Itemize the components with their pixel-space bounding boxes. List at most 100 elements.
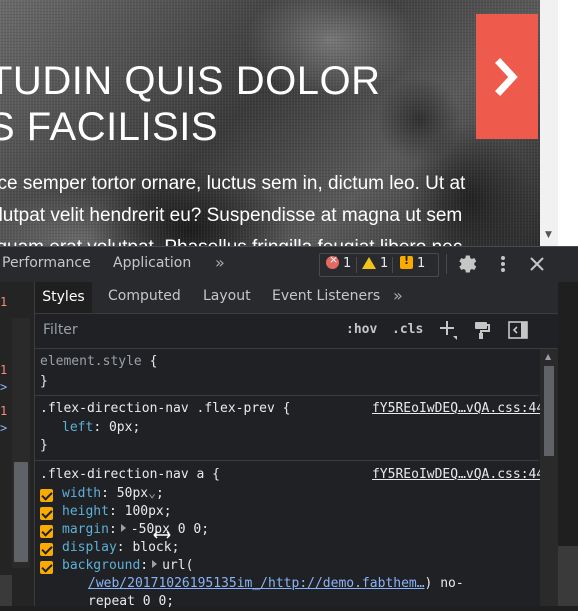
rule-selector[interactable]: element.style — [40, 354, 142, 369]
scroll-up-arrow-icon[interactable]: ▲ — [545, 352, 551, 361]
styles-filter-bar: Filter :hov .cls — [35, 314, 558, 349]
css-rule-flex-prev: .flex-direction-nav .flex-prev { fY5REoI… — [35, 396, 552, 461]
gear-icon[interactable] — [457, 254, 477, 274]
gutter-marker: > — [0, 380, 8, 394]
declaration-checkbox[interactable] — [40, 525, 53, 538]
toggle-sidebar-icon[interactable] — [508, 321, 528, 339]
tab-computed[interactable]: Computed — [108, 288, 181, 304]
new-style-rule-icon[interactable] — [438, 319, 458, 341]
expand-triangle-icon[interactable] — [120, 524, 126, 532]
issues-counter[interactable]: 1 1 1 — [319, 253, 439, 277]
close-icon[interactable] — [528, 255, 546, 273]
class-toggle-button[interactable]: .cls — [392, 322, 423, 337]
warning-count: 1 — [380, 256, 389, 271]
tab-layout[interactable]: Layout — [203, 288, 251, 304]
issue-count: 1 — [417, 256, 426, 271]
kebab-icon[interactable] — [498, 254, 508, 274]
css-property[interactable]: width — [62, 486, 101, 501]
badge-divider — [356, 257, 357, 273]
slider-next-button[interactable] — [476, 14, 538, 139]
gutter-marker: 1 — [0, 363, 8, 377]
slide-title-line-1: TUDIN QUIS DOLOR — [0, 59, 381, 103]
styles-scrollbar-thumb[interactable] — [544, 366, 554, 456]
issues-badge[interactable]: 1 — [400, 254, 426, 271]
more-tabs-button[interactable]: » — [215, 253, 225, 272]
css-declaration[interactable]: height: 100px; — [62, 504, 172, 519]
rule-selector[interactable]: .flex-direction-nav a { — [40, 467, 220, 482]
error-count: 1 — [343, 256, 352, 271]
css-property[interactable]: margin — [62, 522, 109, 537]
background-url-link[interactable]: /web/20171026195135im_/http://demo.fabth… — [88, 576, 425, 591]
slide-text-line-2: olutpat velit hendrerit eu? Suspendisse … — [0, 205, 463, 226]
page-scrollbar[interactable] — [540, 0, 558, 246]
declaration-checkbox[interactable] — [40, 561, 53, 574]
css-declaration[interactable]: display: block; — [62, 540, 179, 555]
css-value[interactable]: block; — [132, 540, 179, 555]
chevron-right-icon — [495, 57, 518, 96]
error-icon — [326, 253, 339, 269]
css-property[interactable]: background — [62, 558, 140, 573]
css-declaration[interactable]: width: 50px⌄; — [62, 486, 164, 501]
page-preview: TUDIN QUIS DOLOR S FACILISIS sce semper … — [0, 0, 578, 246]
warning-icon — [362, 257, 376, 269]
devtools-right-edge-footer — [558, 546, 578, 606]
slide-title-line-2: S FACILISIS — [0, 105, 219, 149]
css-property[interactable]: left — [62, 420, 93, 435]
stylesheet-link[interactable]: fY5REoIwDEQ…vQA.css:448 — [372, 401, 552, 416]
sidebar-tab-bar: Styles Computed Layout Event Listeners » — [35, 282, 558, 314]
error-badge[interactable]: 1 — [326, 253, 352, 271]
css-property[interactable]: height — [62, 504, 109, 519]
expand-triangle-icon[interactable] — [152, 560, 158, 568]
css-rule-flex-nav-link: .flex-direction-nav a { fY5REoIwDEQ…vQA.… — [35, 461, 552, 611]
css-rule-element-style: element.style { } — [35, 349, 539, 396]
styles-pane: Styles Computed Layout Event Listeners »… — [35, 282, 558, 609]
rule-close-brace: } — [40, 438, 48, 453]
resize-cursor-icon — [153, 531, 171, 539]
rule-open-brace: { — [149, 354, 158, 369]
stylesheet-link[interactable]: fY5REoIwDEQ…vQA.css:448 — [372, 467, 552, 482]
declaration-checkbox[interactable] — [40, 489, 53, 502]
devtools-panel: Performance Application » 1 1 1 1 1 > 1 … — [0, 246, 578, 609]
rule-close-brace: } — [40, 374, 48, 389]
css-declaration[interactable]: left: 0px; — [62, 420, 140, 435]
preview-gutter — [558, 0, 578, 246]
css-value[interactable]: 50px — [117, 486, 148, 501]
badge-divider — [392, 257, 393, 273]
hero-slide: TUDIN QUIS DOLOR S FACILISIS sce semper … — [0, 0, 540, 246]
css-value[interactable]: url( — [162, 558, 193, 573]
gutter-marker: 1 — [0, 404, 8, 418]
gutter-marker: 1 — [0, 295, 8, 309]
toolbar-divider — [446, 254, 447, 274]
css-declaration[interactable]: background: url( — [62, 558, 193, 573]
elements-panel-footer — [0, 575, 12, 606]
tab-performance[interactable]: Performance — [2, 255, 91, 271]
css-property[interactable]: display — [62, 540, 117, 555]
hover-state-button[interactable]: :hov — [346, 322, 377, 337]
slide-text-line-1: sce semper tortor ornare, luctus sem in,… — [0, 173, 466, 194]
tab-application[interactable]: Application — [113, 255, 191, 271]
css-value: ) no- — [424, 576, 464, 591]
elements-scrollbar-thumb[interactable] — [14, 462, 28, 562]
tab-styles[interactable]: Styles — [35, 282, 92, 313]
more-subtabs-button[interactable]: » — [393, 286, 403, 305]
paint-brush-icon[interactable] — [473, 321, 491, 339]
css-value[interactable]: 0px; — [109, 420, 140, 435]
declaration-checkbox[interactable] — [40, 507, 53, 520]
css-declaration[interactable]: margin: -50px 0 0; — [62, 522, 209, 537]
declaration-checkbox[interactable] — [40, 543, 53, 556]
filter-input[interactable]: Filter — [43, 322, 78, 338]
chevron-down-icon: ⌄ — [148, 486, 156, 501]
devtools-tab-bar: Performance Application » 1 1 1 — [0, 246, 578, 283]
gutter-marker: > — [0, 421, 8, 435]
scroll-down-arrow-icon[interactable]: ▼ — [545, 230, 552, 240]
rule-selector[interactable]: .flex-direction-nav .flex-prev { — [40, 401, 290, 416]
tab-event-listeners[interactable]: Event Listeners — [272, 288, 380, 304]
css-value[interactable]: 100px; — [125, 504, 172, 519]
warning-badge[interactable]: 1 — [362, 256, 388, 271]
elements-panel-edge: 1 1 > 1 > — [0, 282, 35, 606]
issue-icon — [400, 254, 413, 269]
css-value-continuation: repeat 0 0; — [88, 594, 175, 609]
slide-text-line-3: liquam erat volutpat. Phasellus fringill… — [0, 232, 462, 246]
css-value-continuation: /web/20171026195135im_/http://demo.fabth… — [88, 576, 464, 591]
rule-selector-line: element.style { — [40, 354, 157, 369]
